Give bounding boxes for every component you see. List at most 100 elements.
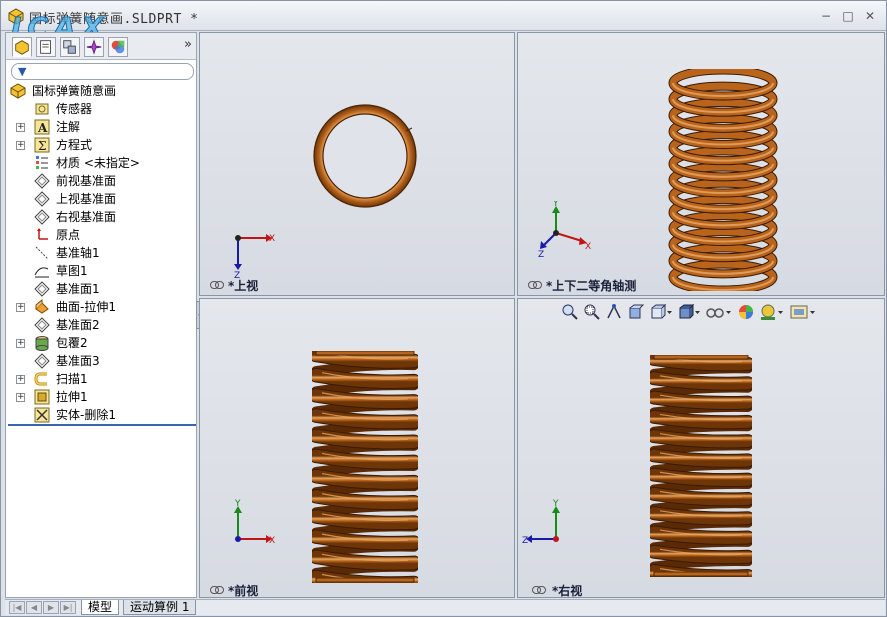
tree-item-label: 基准面1 (56, 282, 100, 296)
last-tab-button[interactable]: ▶| (60, 601, 76, 614)
feature-manager-tabs: » (6, 33, 196, 60)
tree-item-label: 材质 <未指定> (56, 156, 140, 170)
tree-item-label: 曲面-拉伸1 (56, 300, 116, 314)
extrude-icon (34, 389, 50, 405)
feature-filter-input[interactable]: ▼ (11, 63, 194, 80)
display-manager-icon (111, 40, 125, 54)
svg-text:Z: Z (538, 250, 544, 257)
svg-text:Σ: Σ (38, 139, 46, 153)
tab-configuration-manager[interactable] (60, 37, 80, 57)
tab-dimxpert-manager[interactable] (84, 37, 104, 57)
tree-item-label: 草图1 (56, 264, 88, 278)
bottom-tab-bar: |◀ ◀ ▶ ▶| 模型 运动算例 1 (5, 599, 885, 615)
restore-button[interactable]: □ (841, 9, 855, 23)
tree-item[interactable]: + Σ 方程式 (16, 136, 196, 154)
tree-item[interactable]: 基准面1 (16, 280, 196, 298)
svg-text:Y: Y (552, 201, 559, 209)
minimize-button[interactable]: − (819, 9, 833, 23)
tree-item[interactable]: 前视基准面 (16, 172, 196, 190)
spring-isometric-view (668, 69, 778, 291)
section-view-icon[interactable] (627, 303, 645, 321)
axis-icon (35, 246, 49, 260)
viewport-right[interactable]: Y Z *右视 (517, 298, 885, 598)
tree-item-label: 方程式 (56, 138, 93, 152)
tree-item[interactable]: 上视基准面 (16, 190, 196, 208)
expand-toggle[interactable]: + (16, 375, 25, 384)
axis-triad-iso: Y X Z (538, 201, 591, 257)
spring-right-view (650, 355, 752, 577)
viewport-label-isometric: *上下二等角轴测 (546, 279, 637, 293)
tree-item[interactable]: 基准面2 (16, 316, 196, 334)
viewport-top[interactable]: X Z *上视 (199, 32, 515, 296)
app-window: 国标弹簧随意画.SLDPRT * ICAX WWW.ICAX.CN − □ ✕ (0, 0, 887, 617)
tab-feature-tree[interactable] (12, 37, 32, 57)
tree-item-label: 右视基准面 (56, 210, 117, 224)
close-button[interactable]: ✕ (863, 9, 877, 23)
tree-item-label: 前视基准面 (56, 174, 117, 188)
plane-icon (34, 209, 50, 225)
first-tab-button[interactable]: |◀ (9, 601, 25, 614)
view-orientation-icon[interactable] (649, 303, 673, 321)
tree-item[interactable]: 材质 <未指定> (16, 154, 196, 172)
wrap-icon (35, 336, 49, 351)
spring-top-view (313, 104, 417, 208)
filter-icon: ▼ (18, 65, 27, 78)
tree-root-part[interactable]: 国标弹簧随意画 (10, 82, 196, 100)
viewport-isometric[interactable]: Y X Z *上下二等角轴测 (517, 32, 885, 296)
sketch-icon (34, 267, 49, 278)
rollback-bar[interactable] (8, 424, 196, 426)
more-tabs-button[interactable]: » (184, 37, 192, 52)
prev-tab-button[interactable]: ◀ (26, 601, 42, 614)
tree-item-label: 基准面2 (56, 318, 100, 332)
view-settings-icon[interactable] (789, 303, 817, 321)
tree-item[interactable]: 草图1 (16, 262, 196, 280)
expand-toggle[interactable]: + (16, 339, 25, 348)
configuration-manager-icon (63, 40, 76, 54)
tab-model[interactable]: 模型 (81, 600, 120, 615)
title-bar: 国标弹簧随意画.SLDPRT * ICAX WWW.ICAX.CN − □ ✕ (1, 1, 886, 48)
svg-text:A: A (37, 121, 48, 135)
tree-item[interactable]: + A 注解 (16, 118, 196, 136)
tree-item-label: 注解 (56, 120, 81, 134)
tree-item[interactable]: + 曲面-拉伸1 (16, 298, 196, 316)
zoom-area-icon[interactable] (583, 303, 601, 321)
zoom-fit-icon[interactable] (561, 303, 579, 321)
sweep-icon (34, 372, 47, 386)
tree-item[interactable]: 传感器 (16, 100, 196, 118)
tree-item-label: 基准面3 (56, 354, 100, 368)
expand-toggle[interactable]: + (16, 303, 25, 312)
tree-item[interactable]: 实体-删除1 (16, 406, 196, 424)
tree-item[interactable]: 基准轴1 (16, 244, 196, 262)
tree-item[interactable]: 基准面3 (16, 352, 196, 370)
tree-item-label: 扫描1 (56, 372, 88, 386)
tree-item[interactable]: 原点 (16, 226, 196, 244)
tree-item[interactable]: + 拉伸1 (16, 388, 196, 406)
plane-icon (34, 173, 50, 189)
tree-item-label: 拉伸1 (56, 390, 88, 404)
plane-icon (34, 317, 50, 333)
hide-show-icon[interactable] (705, 303, 733, 321)
expand-toggle[interactable]: + (16, 393, 25, 402)
origin-icon (37, 228, 48, 240)
tree-item-label: 实体-删除1 (56, 408, 116, 422)
axis-triad-right: Y Z (522, 499, 560, 546)
appearance-icon[interactable] (737, 303, 755, 321)
svg-text:Z: Z (522, 536, 528, 546)
display-style-icon[interactable] (677, 303, 701, 321)
expand-toggle[interactable]: + (16, 123, 25, 132)
tab-property-manager[interactable] (36, 37, 56, 57)
tree-item[interactable]: + 扫描1 (16, 370, 196, 388)
previous-view-icon[interactable] (605, 303, 623, 321)
viewport-label-top: *上视 (228, 279, 259, 293)
next-tab-button[interactable]: ▶ (43, 601, 59, 614)
tree-item[interactable]: + 包覆2 (16, 334, 196, 352)
viewport-front[interactable]: Y X *前视 (199, 298, 515, 598)
scene-icon[interactable] (759, 303, 785, 321)
tab-motion-study[interactable]: 运动算例 1 (123, 600, 197, 615)
material-icon (36, 156, 48, 169)
svg-text:X: X (269, 536, 275, 546)
tree-item[interactable]: 右视基准面 (16, 208, 196, 226)
expand-toggle[interactable]: + (16, 141, 25, 150)
tab-display-manager[interactable] (108, 37, 128, 57)
link-view-icon (210, 281, 224, 289)
